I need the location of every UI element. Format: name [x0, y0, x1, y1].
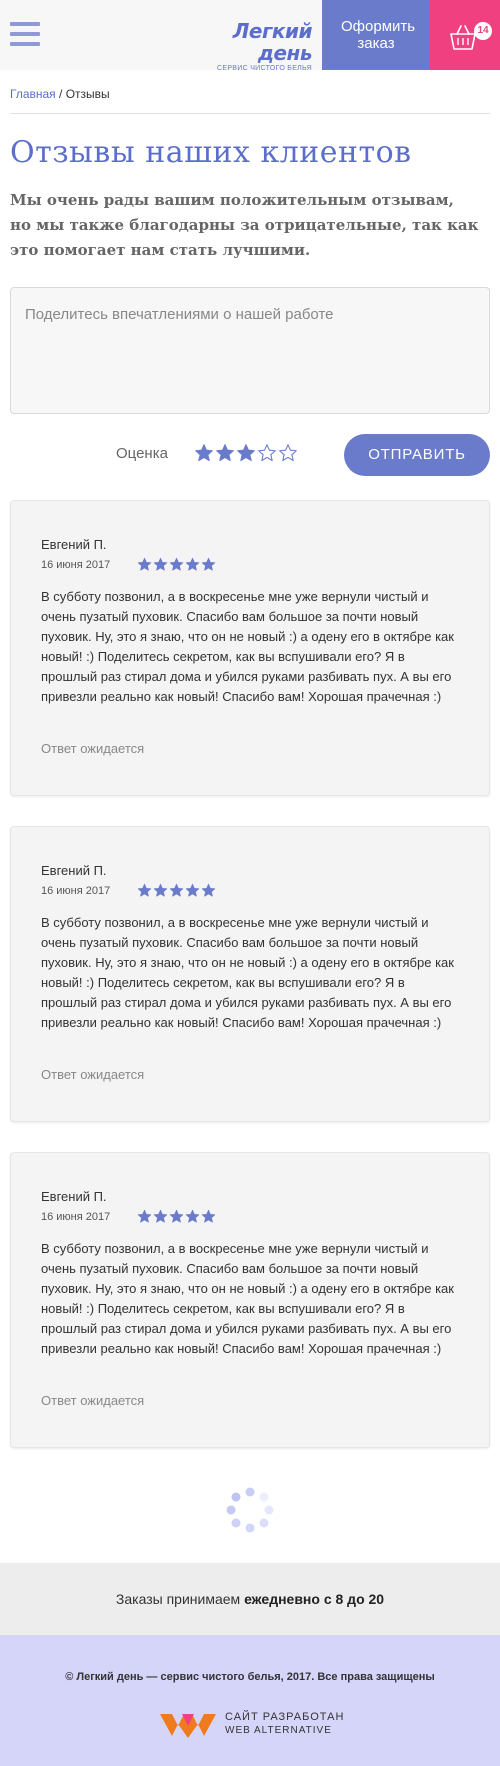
star-filled-icon — [201, 883, 216, 897]
star-filled-icon — [137, 883, 152, 897]
developer-line2: WEB ALTERNATIVE — [225, 1725, 332, 1736]
site-footer: © Легкий день — сервис чистого белья, 20… — [0, 1635, 500, 1766]
rating-label: Оценка — [116, 445, 168, 462]
review-text: В субботу позвонил, а в воскресенье мне … — [41, 589, 454, 704]
star-empty-icon[interactable] — [257, 443, 277, 463]
divider — [10, 113, 490, 114]
breadcrumb-separator: / — [55, 87, 66, 101]
review-text: В субботу позвонил, а в воскресенье мне … — [41, 915, 454, 1030]
star-filled-icon[interactable] — [215, 443, 235, 463]
breadcrumb-current: Отзывы — [65, 87, 110, 101]
hours-prefix: Заказы принимаем — [115, 1591, 245, 1607]
review-author: Евгений П. — [41, 863, 107, 878]
review-status: Ответ ожидается — [41, 741, 145, 756]
developer-line1: САЙТ РАЗРАБОТАН — [225, 1711, 345, 1723]
review-text: В субботу позвонил, а в воскресенье мне … — [41, 1241, 454, 1356]
star-empty-icon[interactable] — [278, 443, 298, 463]
basket-icon — [450, 25, 476, 50]
star-filled-icon — [185, 883, 200, 897]
order-button[interactable]: Оформить заказ — [322, 0, 430, 70]
logo-subtitle: сервис чистого белья — [217, 65, 312, 72]
breadcrumb: Главная / Отзывы — [10, 87, 110, 101]
logo-title: Легкий день — [232, 19, 313, 65]
working-hours: Заказы принимаем ежедневно с 8 до 20 — [0, 1563, 500, 1635]
review-status: Ответ ожидается — [41, 1067, 145, 1082]
star-filled-icon[interactable] — [236, 443, 256, 463]
review-card: Евгений П. 16 июня 2017 В субботу позвон… — [10, 826, 490, 1122]
review-status: Ответ ожидается — [41, 1393, 145, 1408]
review-date: 16 июня 2017 — [41, 1211, 111, 1223]
order-button-label: Оформить заказ — [341, 18, 416, 52]
star-filled-icon — [153, 557, 168, 571]
star-filled-icon[interactable] — [194, 443, 214, 463]
menu-icon[interactable] — [10, 22, 40, 48]
cart-button[interactable]: 14 — [430, 0, 500, 70]
review-card: Евгений П. 16 июня 2017 В субботу позвон… — [10, 500, 490, 796]
page-title: Отзывы наших клиентов — [10, 135, 412, 170]
review-date: 16 июня 2017 — [41, 885, 111, 897]
rating-stars[interactable] — [194, 443, 298, 463]
star-filled-icon — [185, 557, 200, 571]
review-rating — [137, 557, 216, 572]
star-filled-icon — [153, 883, 168, 897]
review-author: Евгений П. — [41, 1189, 107, 1204]
copyright: © Легкий день — сервис чистого белья, 20… — [65, 1671, 435, 1683]
page-intro: Мы очень рады вашим положительным отзыва… — [10, 191, 479, 259]
review-rating — [137, 1209, 216, 1224]
review-rating — [137, 883, 216, 898]
feedback-textarea[interactable] — [10, 287, 490, 414]
star-filled-icon — [169, 557, 184, 571]
star-filled-icon — [153, 1209, 168, 1223]
star-filled-icon — [185, 1209, 200, 1223]
hours-bold: ежедневно с 8 до 20 — [244, 1591, 385, 1607]
review-author: Евгений П. — [41, 537, 107, 552]
developer-logo-icon[interactable] — [158, 1708, 218, 1740]
star-filled-icon — [169, 883, 184, 897]
developer-credit[interactable]: САЙТ РАЗРАБОТАН WEB ALTERNATIVE — [225, 1711, 344, 1737]
star-filled-icon — [201, 1209, 216, 1223]
star-filled-icon — [137, 1209, 152, 1223]
star-filled-icon — [201, 557, 216, 571]
site-logo[interactable]: Легкий день сервис чистого белья — [186, 20, 313, 72]
loading-spinner-icon — [226, 1487, 274, 1533]
submit-button[interactable]: Отправить — [344, 434, 490, 476]
star-filled-icon — [137, 557, 152, 571]
star-filled-icon — [169, 1209, 184, 1223]
site-header: Легкий день сервис чистого белья Оформит… — [0, 0, 500, 72]
review-date: 16 июня 2017 — [41, 559, 111, 571]
breadcrumb-home-link[interactable]: Главная — [10, 87, 56, 101]
cart-count-badge: 14 — [474, 22, 492, 40]
review-card: Евгений П. 16 июня 2017 В субботу позвон… — [10, 1152, 490, 1448]
